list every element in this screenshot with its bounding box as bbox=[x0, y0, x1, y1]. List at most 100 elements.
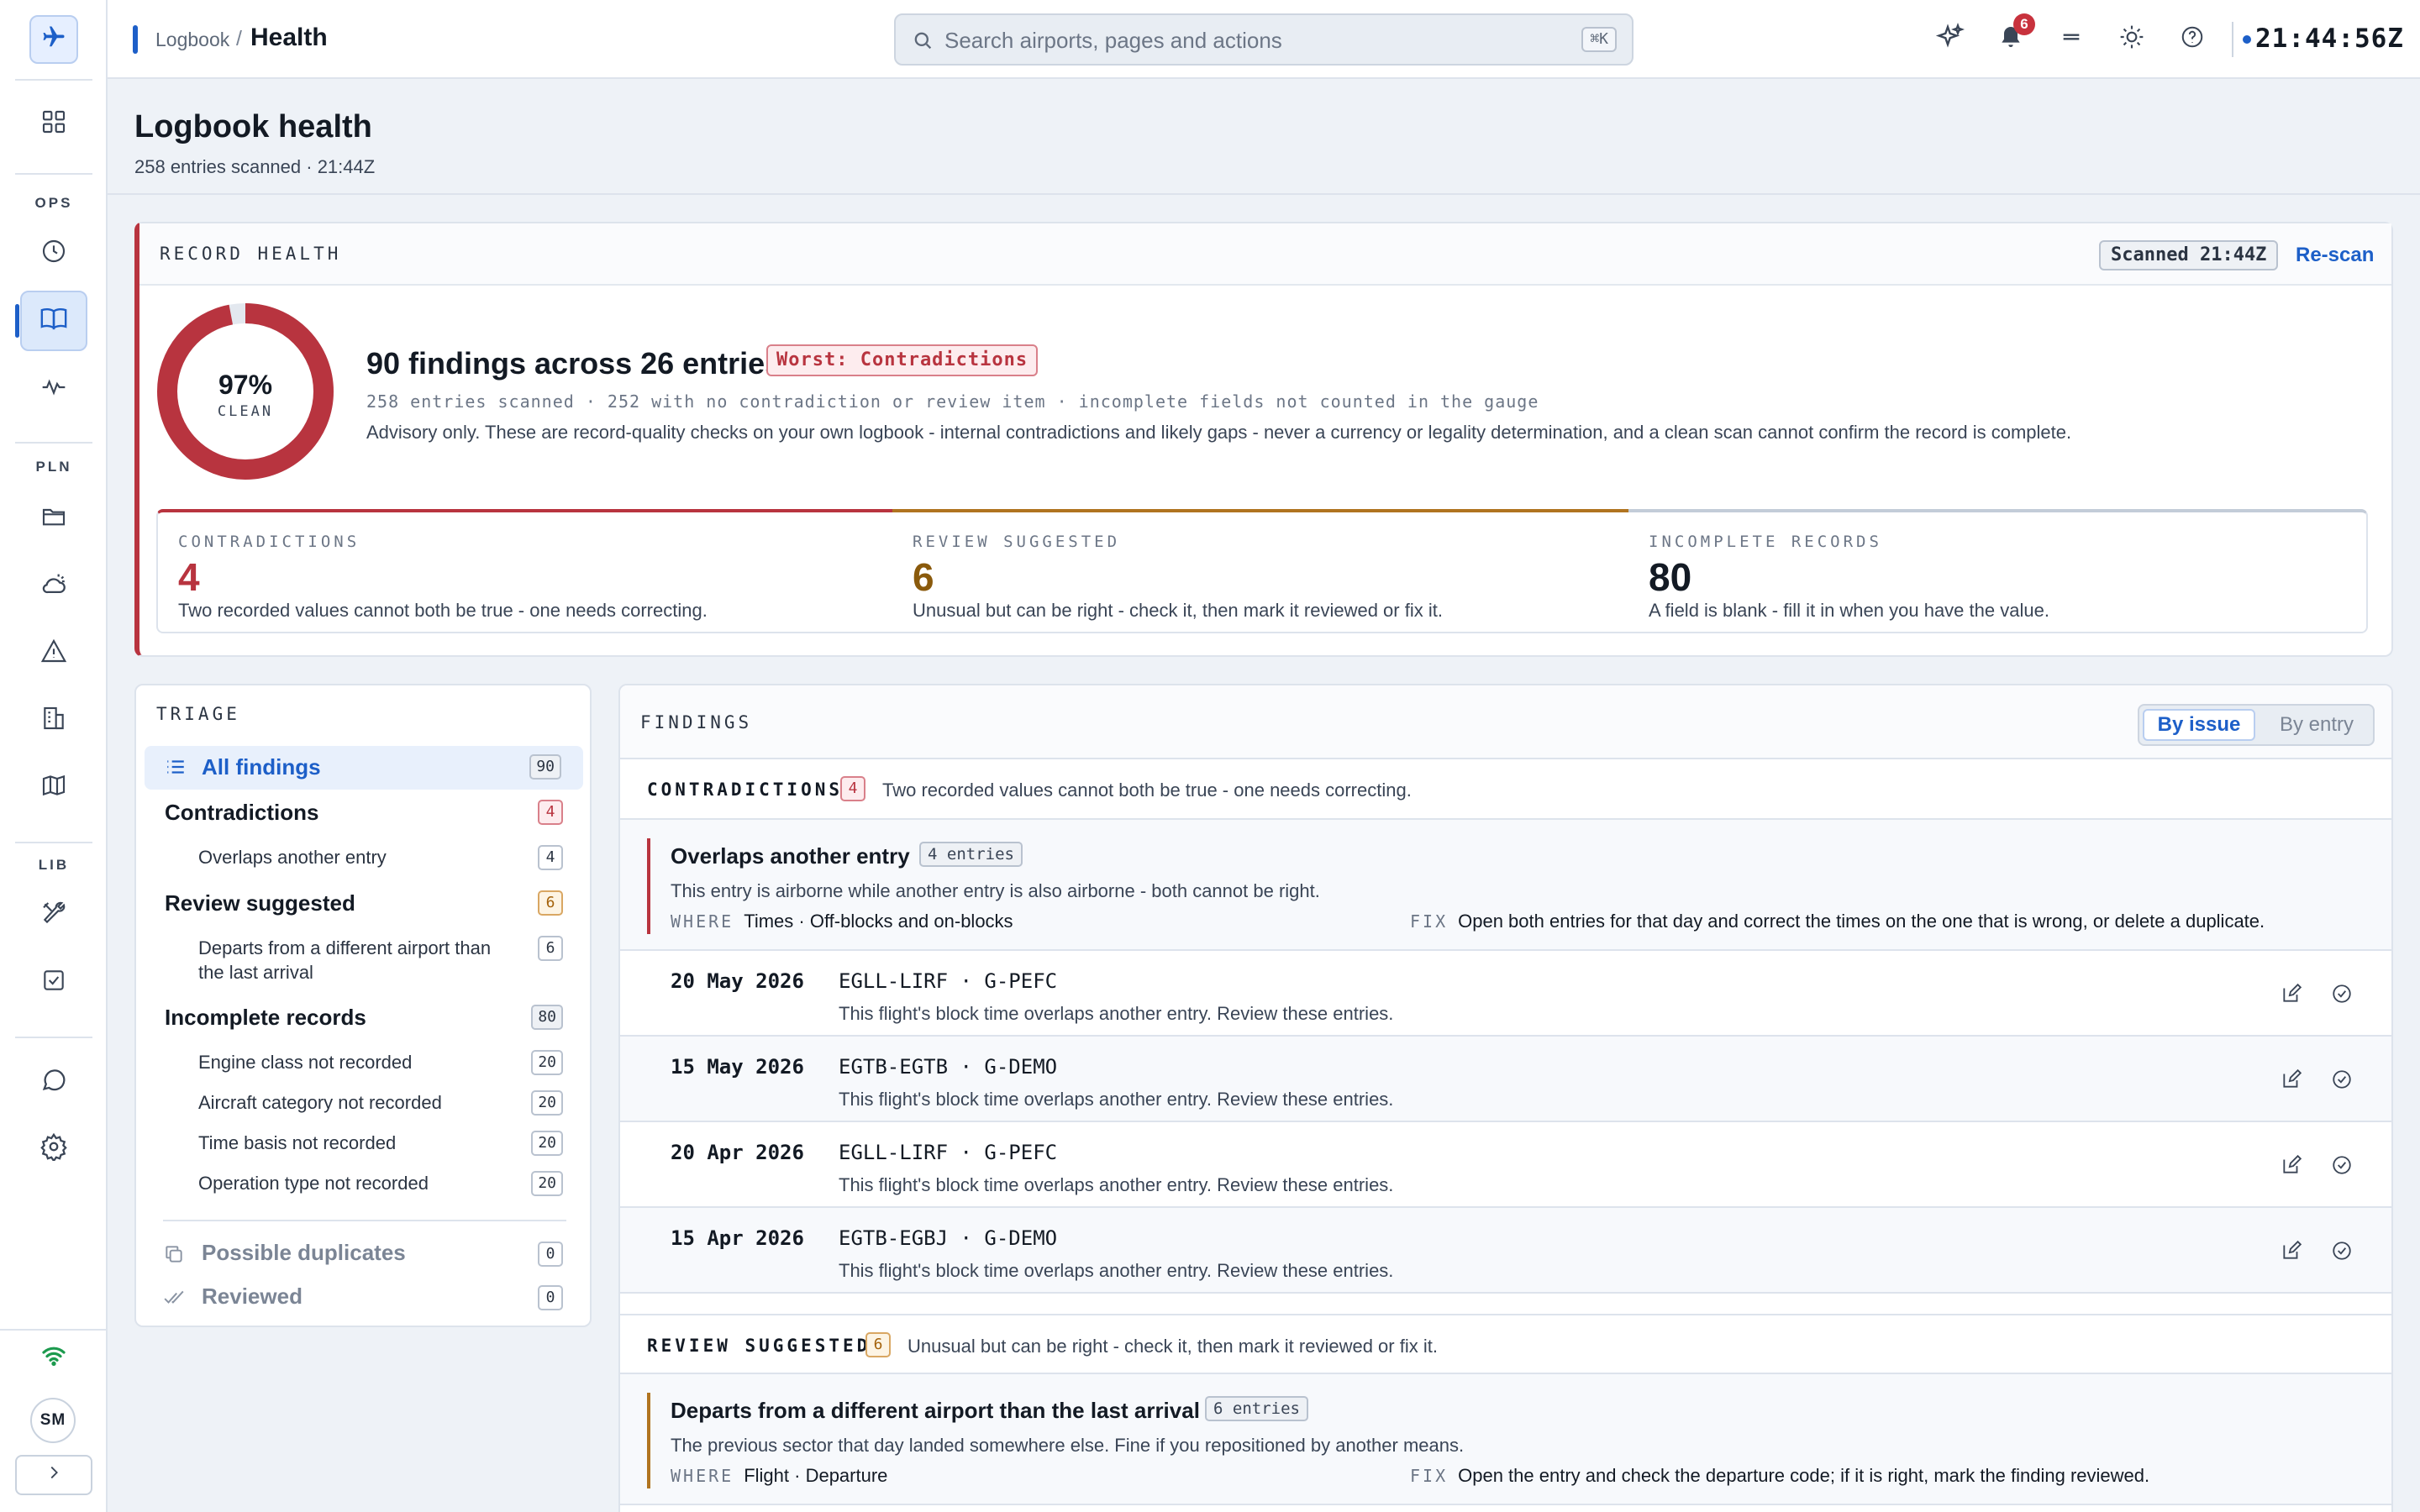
search-shortcut: ⌘K bbox=[1581, 27, 1617, 52]
finding-entry[interactable]: 20 May 2026 EGLL-LIRF · G-PEFC This flig… bbox=[620, 951, 2391, 1037]
triage-item-label: Aircraft category not recorded bbox=[198, 1092, 442, 1113]
sun-icon bbox=[2118, 24, 2145, 55]
tab-by-issue[interactable]: By issue bbox=[2143, 709, 2255, 741]
entry-route: EGTB-EGBJ · G-DEMO bbox=[839, 1226, 1058, 1250]
menu-button[interactable] bbox=[2052, 20, 2091, 59]
notification-badge: 6 bbox=[2013, 13, 2035, 35]
triage-incomplete-records[interactable]: Incomplete records 80 bbox=[145, 1005, 583, 1042]
group-count: 4 bbox=[840, 776, 865, 801]
triage-contradictions[interactable]: Contradictions 4 bbox=[145, 800, 583, 837]
stat-incomplete-records[interactable]: INCOMPLETE RECORDS 80 A field is blank -… bbox=[1628, 509, 2368, 633]
tools-icon bbox=[40, 900, 67, 932]
breadcrumb-parent[interactable]: Logbook bbox=[155, 29, 229, 51]
record-health-card: RECORD HEALTH Scanned 21:44Z Re-scan 97%… bbox=[134, 222, 2393, 657]
sidebar: OPS PLN LIB SM bbox=[0, 0, 108, 1512]
check-circle-icon bbox=[2333, 984, 2351, 1003]
menu-icon bbox=[2060, 25, 2083, 54]
notifications-button[interactable]: 6 bbox=[1991, 13, 2035, 59]
sidebar-item-logbook[interactable] bbox=[20, 291, 87, 351]
triage-reviewed[interactable]: Reviewed 0 bbox=[145, 1282, 583, 1319]
mark-reviewed-button[interactable] bbox=[2328, 1065, 2356, 1094]
rescan-button[interactable]: Re-scan bbox=[2296, 244, 2374, 267]
entry-date: 15 Apr 2026 bbox=[671, 1226, 804, 1250]
sidebar-item-checklists[interactable] bbox=[20, 953, 87, 1013]
fix-keyword: FIX bbox=[1410, 1466, 1449, 1486]
mark-reviewed-button[interactable] bbox=[2328, 1151, 2356, 1179]
sidebar-item-plans[interactable] bbox=[20, 489, 87, 549]
issue-entry-count: 4 entries bbox=[919, 842, 1023, 867]
mark-reviewed-button[interactable] bbox=[2328, 1236, 2356, 1265]
triage-item-count: 4 bbox=[538, 845, 563, 870]
stat-description: Two recorded values cannot both be true … bbox=[178, 600, 708, 621]
sidebar-item-weather[interactable] bbox=[20, 556, 87, 617]
issue-overlaps[interactable]: Overlaps another entry 4 entries This en… bbox=[620, 820, 2391, 951]
theme-toggle-button[interactable] bbox=[2112, 20, 2151, 59]
triage-departs-different[interactable]: Departs from a different airport than th… bbox=[145, 936, 583, 990]
stat-value: 6 bbox=[913, 555, 934, 599]
search-icon bbox=[911, 29, 934, 57]
triage-review-suggested[interactable]: Review suggested 6 bbox=[145, 890, 583, 927]
copy-icon bbox=[163, 1243, 185, 1270]
finding-entry[interactable]: 20 Apr 2026 EGLL-LIRF · G-PEFC This flig… bbox=[620, 1122, 2391, 1208]
triage-aircraft-category[interactable]: Aircraft category not recorded 20 bbox=[145, 1090, 583, 1124]
search-bar[interactable]: ⌘K bbox=[894, 13, 1634, 66]
sidebar-item-history[interactable] bbox=[20, 223, 87, 284]
sidebar-item-chat[interactable] bbox=[20, 1052, 87, 1112]
issue-fix-value: Open both entries for that day and corre… bbox=[1458, 911, 2265, 932]
sidebar-item-settings[interactable] bbox=[20, 1119, 87, 1179]
triage-category-count: 6 bbox=[538, 890, 563, 916]
stat-review-suggested[interactable]: REVIEW SUGGESTED 6 Unusual but can be ri… bbox=[892, 509, 1630, 633]
edit-icon bbox=[2283, 1240, 2302, 1259]
app-logo[interactable] bbox=[29, 15, 78, 64]
triage-category-label: Review suggested bbox=[165, 890, 355, 916]
breadcrumb-current: Health bbox=[250, 24, 328, 51]
finding-entry[interactable]: 15 May 2026 EGTB-EGTB · G-DEMO This flig… bbox=[620, 1037, 2391, 1122]
tab-by-entry[interactable]: By entry bbox=[2262, 709, 2371, 741]
issue-where-value: Flight · Departure bbox=[744, 1465, 888, 1486]
issue-fix-value: Open the entry and check the departure c… bbox=[1458, 1465, 2150, 1486]
sidebar-item-maintenance[interactable] bbox=[20, 885, 87, 946]
triage-time-basis[interactable]: Time basis not recorded 20 bbox=[145, 1131, 583, 1164]
triage-reviewed-label: Reviewed bbox=[202, 1284, 302, 1309]
mark-reviewed-button[interactable] bbox=[2328, 979, 2356, 1008]
edit-entry-button[interactable] bbox=[2277, 1065, 2306, 1094]
fix-keyword: FIX bbox=[1410, 911, 1449, 932]
search-input[interactable] bbox=[944, 25, 1533, 55]
issue-departs-different[interactable]: Departs from a different airport than th… bbox=[620, 1374, 2391, 1505]
issue-entry-count: 6 entries bbox=[1205, 1396, 1308, 1421]
weather-icon bbox=[39, 570, 68, 603]
record-health-header: RECORD HEALTH Scanned 21:44Z Re-scan bbox=[139, 223, 2391, 286]
edit-entry-button[interactable] bbox=[2277, 979, 2306, 1008]
stat-description: A field is blank - fill it in when you h… bbox=[1649, 600, 2049, 621]
sidebar-divider bbox=[15, 1037, 92, 1038]
issue-fix: FIX Open the entry and check the departur… bbox=[1410, 1465, 2149, 1487]
sidebar-item-notams[interactable] bbox=[20, 623, 87, 684]
triage-category-count: 4 bbox=[538, 800, 563, 825]
edit-entry-button[interactable] bbox=[2277, 1236, 2306, 1265]
building-icon bbox=[40, 705, 67, 737]
sidebar-item-dashboard[interactable] bbox=[20, 94, 87, 155]
triage-overlaps[interactable]: Overlaps another entry 4 bbox=[145, 845, 583, 879]
finding-entry[interactable]: 15 Apr 2026 EGTB-EGBJ · G-DEMO This flig… bbox=[620, 1208, 2391, 1294]
sidebar-divider bbox=[15, 842, 92, 843]
avatar[interactable]: SM bbox=[30, 1398, 76, 1443]
gauge-percent: 97% bbox=[218, 370, 273, 400]
triage-engine-class[interactable]: Engine class not recorded 20 bbox=[145, 1050, 583, 1084]
triage-all-findings[interactable]: All findings 90 bbox=[145, 746, 583, 790]
page-subtitle: 258 entries scanned · 21:44Z bbox=[134, 156, 376, 177]
entry-description: This flight's block time overlaps anothe… bbox=[839, 1089, 1394, 1110]
connection-status[interactable] bbox=[20, 1329, 87, 1388]
stat-value: 4 bbox=[178, 555, 200, 599]
stat-label: REVIEW SUGGESTED bbox=[913, 533, 1121, 551]
stat-contradictions[interactable]: CONTRADICTIONS 4 Two recorded values can… bbox=[156, 509, 894, 633]
expand-sidebar-button[interactable] bbox=[15, 1455, 92, 1495]
triage-operation-type[interactable]: Operation type not recorded 20 bbox=[145, 1171, 583, 1205]
edit-entry-button[interactable] bbox=[2277, 1151, 2306, 1179]
sidebar-item-activity[interactable] bbox=[20, 360, 87, 420]
clock-icon bbox=[40, 238, 67, 270]
triage-possible-duplicates[interactable]: Possible duplicates 0 bbox=[145, 1238, 583, 1275]
help-button[interactable] bbox=[2173, 20, 2212, 59]
ai-assist-button[interactable] bbox=[1931, 20, 1970, 59]
sidebar-item-airports[interactable] bbox=[20, 690, 87, 751]
sidebar-item-map[interactable] bbox=[20, 758, 87, 818]
